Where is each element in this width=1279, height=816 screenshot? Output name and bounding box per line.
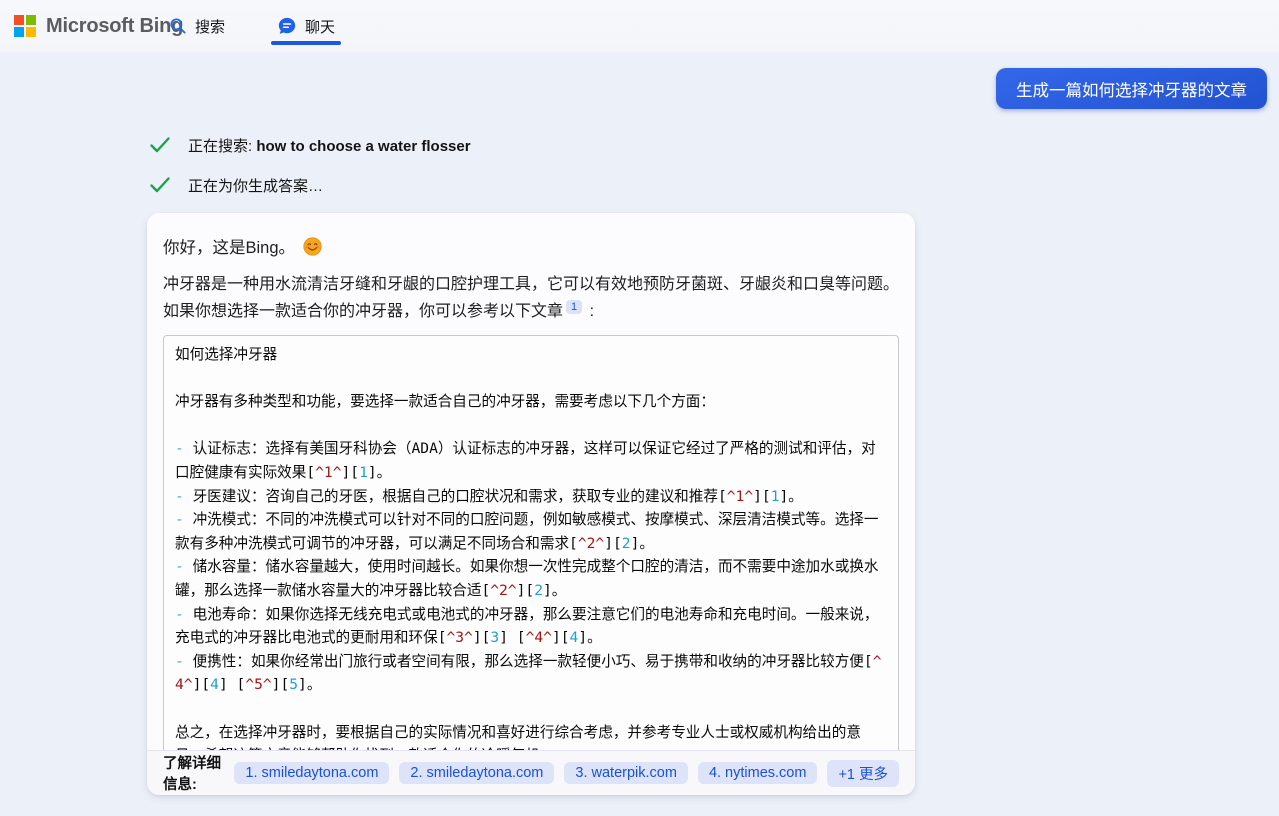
article-line: - 冲洗模式：不同的冲洗模式可以针对不同的口腔问题，例如敏感模式、按摩模式、深层…: [175, 508, 887, 555]
article-line: - 电池寿命：如果你选择无线充电式或电池式的冲牙器，那么要注意它们的电池寿命和充…: [175, 603, 887, 650]
more-citations-button[interactable]: +1 更多: [827, 760, 899, 787]
top-tabs: 搜索 聊天: [165, 0, 339, 52]
article-line: 冲牙器有多种类型和功能，要选择一款适合自己的冲牙器，需要考虑以下几个方面：: [175, 390, 887, 414]
search-icon: [169, 17, 187, 35]
check-icon: [148, 133, 172, 157]
smiling-face-emoji-icon: [303, 237, 322, 256]
search-query: how to choose a water flosser: [256, 138, 470, 155]
intro-paragraph: 冲牙器是一种用水流清洁牙缝和牙龈的口腔护理工具，它可以有效地预防牙菌斑、牙龈炎和…: [163, 271, 899, 325]
chat-bubble-icon: [277, 16, 297, 36]
article-line: [175, 697, 887, 721]
article-line: - 牙医建议：咨询自己的牙医，根据自己的口腔状况和需求，获取专业的建议和推荐[^…: [175, 485, 887, 509]
tab-chat-label: 聊天: [305, 16, 335, 37]
learn-more-bar: 了解详细信息: 1. smiledaytona.com 2. smiledayt…: [147, 750, 915, 795]
bot-response-card: 你好，这是Bing。 冲牙器是一种用水流清洁牙缝和牙龈的口腔护理工具，它可以有效…: [147, 213, 915, 795]
status-line-generating: 正在为你生成答案…: [148, 173, 323, 197]
bing-home-link[interactable]: Microsoft Bing: [14, 15, 183, 38]
article-line: - 便携性：如果你经常出门旅行或者空间有限，那么选择一款轻便小巧、易于携带和收纳…: [175, 650, 887, 697]
bot-message-body: 你好，这是Bing。 冲牙器是一种用水流清洁牙缝和牙龈的口腔护理工具，它可以有效…: [147, 213, 915, 750]
user-message-row: 生成一篇如何选择冲牙器的文章: [996, 68, 1267, 109]
citation-link-3[interactable]: 3. waterpik.com: [564, 762, 688, 784]
tab-search[interactable]: 搜索: [165, 0, 229, 52]
status-text: 正在为你生成答案…: [188, 175, 323, 196]
tab-chat[interactable]: 聊天: [273, 0, 339, 52]
check-icon: [148, 173, 172, 197]
article-line: 如何选择冲牙器: [175, 343, 887, 367]
article-line: - 认证标志：选择有美国牙科协会（ADA）认证标志的冲牙器，这样可以保证它经过了…: [175, 437, 887, 484]
active-tab-underline: [271, 41, 341, 45]
tab-search-label: 搜索: [195, 16, 225, 37]
user-message-bubble: 生成一篇如何选择冲牙器的文章: [996, 68, 1267, 109]
article-text: 如何选择冲牙器 冲牙器有多种类型和功能，要选择一款适合自己的冲牙器，需要考虑以下…: [175, 343, 887, 750]
microsoft-logo-icon: [14, 15, 36, 37]
article-line: - 储水容量：储水容量越大，使用时间越长。如果你想一次性完成整个口腔的清洁，而不…: [175, 555, 887, 602]
learn-more-label: 了解详细信息:: [163, 752, 224, 794]
citation-superscript[interactable]: 1: [566, 300, 582, 314]
article-line: [175, 367, 887, 391]
citation-link-4[interactable]: 4. nytimes.com: [698, 762, 818, 784]
status-line-searching: 正在搜索: how to choose a water flosser: [148, 133, 471, 157]
greeting-text: 你好，这是Bing。: [163, 234, 295, 258]
status-text: 正在搜索: how to choose a water flosser: [188, 135, 471, 156]
citation-link-1[interactable]: 1. smiledaytona.com: [234, 762, 389, 784]
article-box: 如何选择冲牙器 冲牙器有多种类型和功能，要选择一款适合自己的冲牙器，需要考虑以下…: [163, 335, 899, 750]
article-line: [175, 414, 887, 438]
article-line: 总之，在选择冲牙器时，要根据自己的实际情况和喜好进行综合考虑，并参考专业人士或权…: [175, 721, 887, 751]
citation-link-2[interactable]: 2. smiledaytona.com: [399, 762, 554, 784]
brand-name: Microsoft Bing: [46, 15, 183, 38]
top-bar: Microsoft Bing 搜索 聊天: [0, 0, 1279, 52]
